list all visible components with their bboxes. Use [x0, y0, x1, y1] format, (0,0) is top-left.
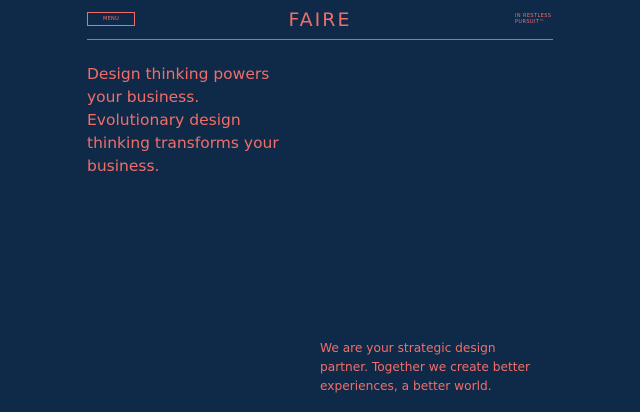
header-divider	[87, 39, 553, 40]
mission-line: partner. Together we create better	[320, 360, 531, 374]
mission-line: We are your strategic design	[320, 341, 496, 355]
hero-heading: Design thinking powers your business. Ev…	[87, 63, 317, 178]
brand-logo[interactable]: FAIRE	[289, 11, 352, 30]
hero-line: thinking transforms your	[87, 134, 279, 152]
mission-statement: We are your strategic design partner. To…	[320, 339, 550, 396]
site-header: MENU FAIRE IN RESTLESS PURSUIT™	[87, 11, 553, 40]
tagline-line: PURSUIT™	[515, 19, 545, 25]
mission-line: experiences, a better world.	[320, 379, 492, 393]
brand-tagline: IN RESTLESS PURSUIT™	[515, 13, 553, 25]
hero-line: Design thinking powers	[87, 65, 270, 83]
menu-button[interactable]: MENU	[87, 12, 135, 26]
page: MENU FAIRE IN RESTLESS PURSUIT™ Design t…	[0, 0, 640, 412]
hero-line: Evolutionary design	[87, 111, 241, 129]
hero-line: your business.	[87, 88, 200, 106]
hero-line: business.	[87, 157, 160, 175]
